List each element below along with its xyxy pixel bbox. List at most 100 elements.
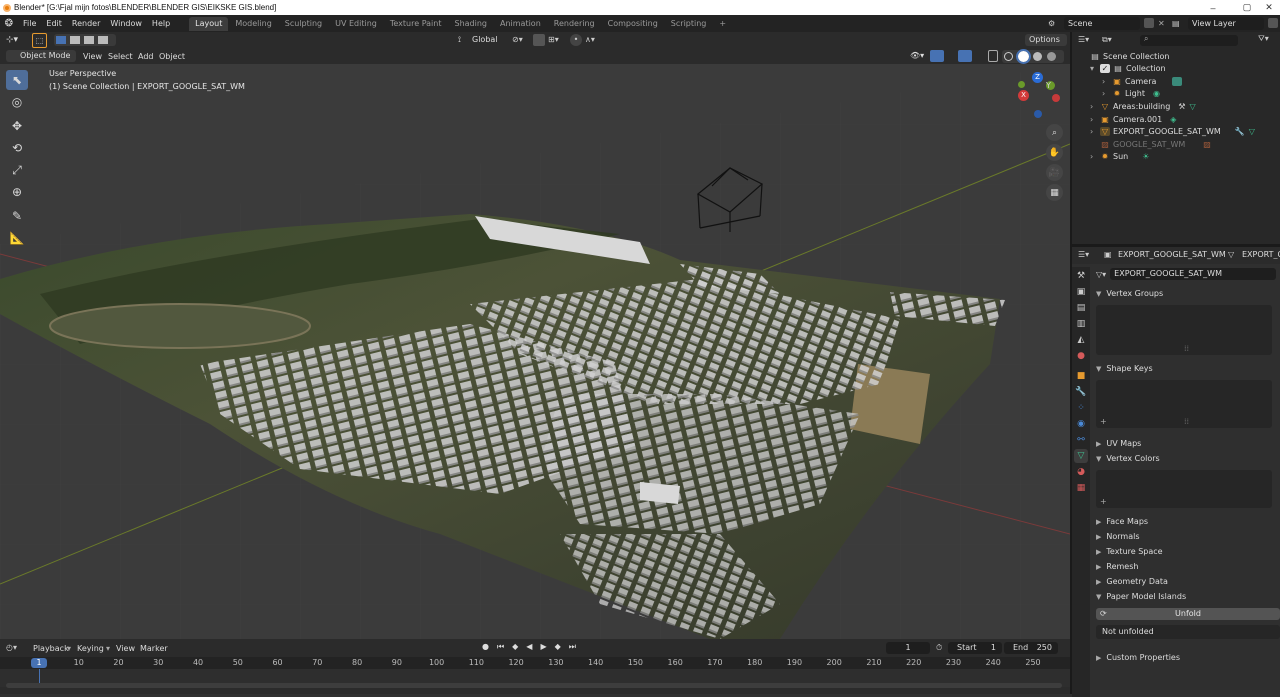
- record-icon[interactable]: ●: [482, 642, 489, 654]
- resize-grip-icon[interactable]: ⁞⁞: [1184, 417, 1189, 426]
- current-frame-field[interactable]: 1: [886, 642, 930, 654]
- render-tab-icon[interactable]: ▣: [1074, 285, 1088, 299]
- pivot-point-icon[interactable]: ⊘▾: [512, 35, 523, 44]
- navigation-gizmo[interactable]: Z Y X: [1012, 70, 1064, 122]
- xray-toggle-icon[interactable]: [988, 50, 998, 62]
- outliner-row-scene-collection[interactable]: ▤ Scene Collection: [1090, 50, 1169, 62]
- expand-arrow-icon[interactable]: ›: [1102, 89, 1112, 98]
- overlay-toggle-icon[interactable]: [958, 50, 972, 62]
- outliner-row-camera[interactable]: › ▣ Camera: [1102, 75, 1183, 87]
- section-vertex-colors[interactable]: ▼ Vertex Colors: [1096, 452, 1160, 465]
- menu-file[interactable]: File: [18, 15, 41, 32]
- gizmo-z-axis[interactable]: Z: [1032, 72, 1043, 83]
- data-tab-icon[interactable]: ▽: [1074, 449, 1088, 463]
- display-mode-icon[interactable]: ⧉▾: [1102, 35, 1112, 45]
- section-texture-space[interactable]: ▶ Texture Space: [1096, 545, 1163, 558]
- 3d-viewport[interactable]: User Perspective (1) Scene Collection | …: [0, 64, 1070, 639]
- vertex-colors-list[interactable]: +: [1096, 470, 1272, 508]
- outliner-row-light[interactable]: › ✹ Light ◉: [1102, 87, 1160, 99]
- expand-arrow-icon[interactable]: ›: [1090, 102, 1100, 111]
- tab-layout[interactable]: Layout: [189, 16, 229, 31]
- outliner-row-export-google-sat-wm[interactable]: › ▽ EXPORT_GOOGLE_SAT_WM 🔧 ▽: [1090, 125, 1255, 137]
- shape-keys-list[interactable]: + ⁞⁞: [1096, 380, 1272, 428]
- ortho-grid-icon[interactable]: ▦: [1046, 184, 1063, 201]
- timeline-menu-marker[interactable]: Marker: [140, 644, 168, 653]
- tab-rendering[interactable]: Rendering: [548, 17, 601, 31]
- shading-mode-buttons[interactable]: [1002, 49, 1064, 64]
- gizmo-x-axis[interactable]: X: [1018, 90, 1029, 101]
- image-data-icon[interactable]: ▨: [1203, 140, 1211, 149]
- outliner-row-sun[interactable]: › ✹ Sun ☀: [1090, 150, 1149, 162]
- mesh-name-field[interactable]: EXPORT_GOOGLE_SAT_WM: [1110, 268, 1276, 280]
- gizmo-neg-x-axis[interactable]: [1052, 94, 1060, 102]
- tab-uv-editing[interactable]: UV Editing: [329, 17, 383, 31]
- tab-modeling[interactable]: Modeling: [229, 17, 277, 31]
- play-icon[interactable]: ▶: [540, 642, 546, 654]
- outliner-search-input[interactable]: [1140, 35, 1238, 46]
- end-frame-field[interactable]: End 250: [1004, 642, 1058, 654]
- tab-scripting[interactable]: Scripting: [665, 17, 713, 31]
- start-frame-field[interactable]: Start 1: [948, 642, 1002, 654]
- transform-icon[interactable]: ⊕: [6, 182, 28, 202]
- section-shape-keys[interactable]: ▼ Shape Keys: [1096, 362, 1153, 375]
- view-layer-tab-icon[interactable]: ▥: [1074, 317, 1088, 331]
- pan-hand-icon[interactable]: ✋: [1046, 144, 1063, 161]
- particles-tab-icon[interactable]: ⁘: [1074, 401, 1088, 415]
- section-paper-model-islands[interactable]: ▼ Paper Model Islands: [1096, 590, 1186, 603]
- zoom-icon[interactable]: ⌕: [1046, 124, 1063, 141]
- jump-end-icon[interactable]: ⏭: [569, 642, 576, 654]
- scene-tab-icon[interactable]: ◭: [1074, 333, 1088, 347]
- outliner-row-areas-building[interactable]: › ▽ Areas:building ⚒ ▽: [1090, 100, 1196, 112]
- close-button[interactable]: ✕: [1258, 0, 1280, 15]
- menu-render[interactable]: Render: [67, 15, 105, 32]
- tab-shading[interactable]: Shading: [448, 17, 493, 31]
- transform-orientation-dropdown[interactable]: Global: [468, 34, 508, 46]
- resize-grip-icon[interactable]: ⁞⁞: [1184, 344, 1189, 353]
- view-layer-selector[interactable]: View Layer: [1188, 17, 1264, 30]
- object-tab-icon[interactable]: ■: [1074, 369, 1088, 383]
- delete-scene-icon[interactable]: ✕: [1158, 19, 1165, 28]
- falloff-icon[interactable]: ∧▾: [585, 35, 595, 44]
- menu-edit[interactable]: Edit: [41, 15, 67, 32]
- snap-target-icon[interactable]: ⊞▾: [548, 35, 559, 44]
- next-keyframe-icon[interactable]: ◆: [555, 642, 561, 654]
- tab-sculpting[interactable]: Sculpting: [279, 17, 328, 31]
- tab-texture-paint[interactable]: Texture Paint: [384, 17, 448, 31]
- new-view-layer-icon[interactable]: [1268, 18, 1278, 28]
- new-scene-icon[interactable]: [1144, 18, 1154, 28]
- gizmo-y-axis[interactable]: Y: [1046, 81, 1055, 90]
- properties-editor-icon[interactable]: ☰▾: [1078, 250, 1089, 259]
- modifier-icon[interactable]: ⚒: [1178, 102, 1185, 111]
- clock-icon[interactable]: ⏱: [936, 643, 942, 653]
- editor-type-icon[interactable]: ⊹▾: [6, 35, 18, 45]
- blender-menu-icon[interactable]: ❂: [0, 18, 18, 29]
- tab-animation[interactable]: Animation: [494, 17, 547, 31]
- timeline-menu-keying[interactable]: Keying: [77, 644, 104, 653]
- frame-ruler[interactable]: 1 10 20 30 40 50 60 70 80 90 100 110 120 130 140 150 160…: [0, 657, 1070, 669]
- minimize-button[interactable]: –: [1202, 0, 1224, 15]
- modifier-icon[interactable]: 🔧: [1235, 127, 1245, 136]
- tab-compositing[interactable]: Compositing: [602, 17, 664, 31]
- gizmo-toggle-icon[interactable]: [930, 50, 944, 62]
- menu-help[interactable]: Help: [147, 15, 175, 32]
- filter-icon[interactable]: ⛛▾: [1258, 34, 1269, 44]
- menu-window[interactable]: Window: [105, 15, 147, 32]
- mode-dropdown[interactable]: Object Mode: [6, 50, 76, 62]
- mesh-datablock-row[interactable]: ▽▾ EXPORT_GOOGLE_SAT_WM: [1096, 268, 1276, 280]
- material-tab-icon[interactable]: ◕: [1074, 465, 1088, 479]
- expand-arrow-icon[interactable]: ›: [1090, 115, 1100, 124]
- vertex-groups-list[interactable]: ⁞⁞: [1096, 305, 1272, 355]
- prev-keyframe-icon[interactable]: ◆: [512, 642, 518, 654]
- timeline-menu-view[interactable]: View: [116, 644, 135, 653]
- maximize-button[interactable]: ▢: [1236, 0, 1258, 15]
- rotate-icon[interactable]: ⟲: [6, 138, 28, 158]
- physics-tab-icon[interactable]: ◉: [1074, 417, 1088, 431]
- checkbox-icon[interactable]: ✓: [1100, 63, 1110, 73]
- texture-tab-icon[interactable]: ▦: [1074, 481, 1088, 495]
- play-reverse-icon[interactable]: ◀: [526, 642, 532, 654]
- light-data-icon[interactable]: ◉: [1153, 89, 1160, 98]
- add-vertex-color-button[interactable]: +: [1100, 497, 1107, 506]
- proportional-edit-icon[interactable]: •: [570, 34, 582, 46]
- select-box-icon[interactable]: ⬉: [6, 70, 28, 90]
- add-workspace-button[interactable]: +: [713, 17, 732, 31]
